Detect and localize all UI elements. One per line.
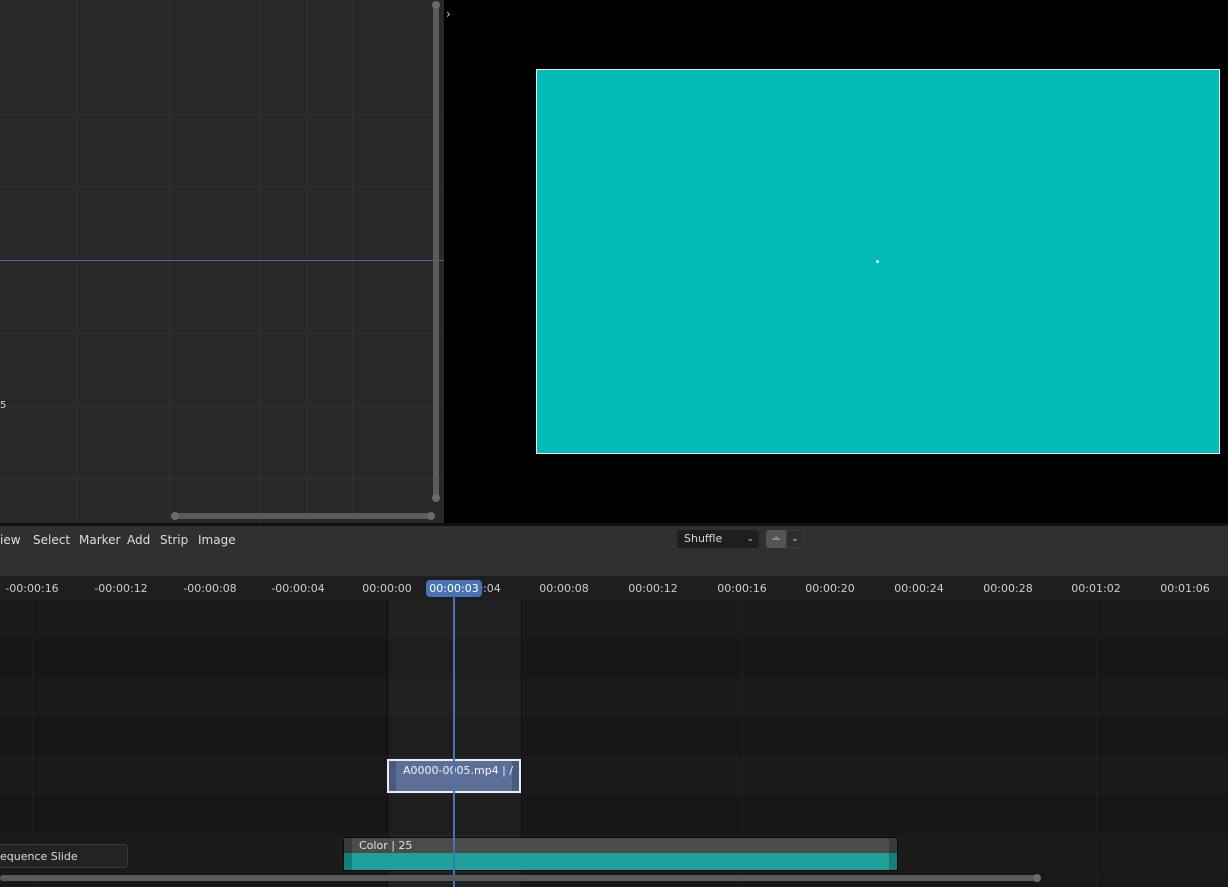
strip-handle-left[interactable]	[389, 761, 396, 791]
grid-line	[0, 333, 444, 334]
color-strip-swatch	[344, 853, 897, 870]
chevron-right-icon[interactable]: ›	[446, 7, 451, 21]
overlap-mode-value: Shuffle	[684, 532, 723, 545]
sequencer-header: iew Select Marker Add Strip Image Shuffl…	[0, 526, 1228, 576]
ruler-tick: 00:01:02	[1071, 582, 1121, 595]
ruler-tick: 00:00:08	[539, 582, 589, 595]
grid-line	[0, 114, 444, 115]
last-operator-panel[interactable]: equence Slide	[0, 844, 128, 868]
menu-add[interactable]: Add	[127, 533, 150, 547]
strip-handle-left[interactable]	[344, 838, 352, 870]
ruler-tick: 00:00:12	[628, 582, 678, 595]
strip-handle-right[interactable]	[889, 838, 897, 870]
sequencer-preview[interactable]: ›	[444, 0, 1228, 523]
time-ruler[interactable]: -00:00:16 -00:00:12 -00:00:08 -00:00:04 …	[0, 576, 1228, 600]
channel-row	[0, 756, 1228, 795]
menu-marker[interactable]: Marker	[79, 533, 120, 547]
pivot-point	[876, 260, 879, 263]
horizontal-scrollbar[interactable]	[0, 874, 1041, 882]
overlap-mode-select[interactable]: Shuffle ⌄	[677, 530, 759, 548]
grid-line	[169, 0, 170, 523]
ruler-tick: 00:00:28	[983, 582, 1033, 595]
menu-view[interactable]: iew	[0, 533, 21, 547]
channel-row	[0, 795, 1228, 834]
grid-line	[0, 187, 444, 188]
grid-line	[0, 479, 444, 480]
grid-line	[352, 0, 353, 523]
grid-line	[306, 0, 307, 523]
magnet-icon[interactable]: ∸	[766, 530, 786, 548]
graph-editor[interactable]: 5	[0, 0, 444, 523]
ruler-tick: 00:00:00	[362, 582, 412, 595]
ruler-tick: -00:00:16	[5, 582, 59, 595]
grid-line	[0, 406, 444, 407]
grid-line	[1096, 600, 1097, 887]
channel-row	[0, 717, 1228, 756]
channel-row	[0, 639, 1228, 678]
ruler-tick: 00:00:16	[717, 582, 767, 595]
ruler-tick: 00:00:20	[805, 582, 855, 595]
ruler-tick: -00:00:12	[94, 582, 148, 595]
grid-line	[260, 0, 261, 523]
menu-strip[interactable]: Strip	[160, 533, 188, 547]
ruler-tick: -00:00:04	[271, 582, 325, 595]
menu-image[interactable]: Image	[198, 533, 236, 547]
horizontal-scrollbar[interactable]	[171, 512, 435, 520]
current-frame-indicator[interactable]: 00:00:03	[426, 580, 482, 597]
playhead-line[interactable]	[453, 600, 455, 887]
strip-label: Color | 25	[359, 839, 413, 852]
vertical-scrollbar[interactable]	[432, 1, 440, 502]
sequencer-timeline[interactable]: A0000-0005.mp4 | / Color | 25	[0, 600, 1228, 887]
ruler-tick: 00:00:24	[894, 582, 944, 595]
channel-row	[0, 678, 1228, 717]
chevron-down-icon[interactable]: ⌄	[786, 530, 804, 548]
ruler-tick: 00:01:06	[1160, 582, 1210, 595]
strip-label: A0000-0005.mp4 | /	[403, 764, 514, 777]
operator-label: equence Slide	[0, 850, 78, 863]
chevron-down-icon: ⌄	[746, 534, 754, 544]
ruler-tick: -00:00:08	[183, 582, 237, 595]
y-axis-label: 5	[0, 400, 7, 411]
f-curve[interactable]	[0, 260, 444, 261]
color-strip[interactable]: Color | 25	[343, 837, 898, 871]
channel-row	[0, 600, 1228, 639]
menu-select[interactable]: Select	[33, 533, 70, 547]
preview-frame[interactable]	[536, 69, 1220, 454]
grid-line	[77, 0, 78, 523]
